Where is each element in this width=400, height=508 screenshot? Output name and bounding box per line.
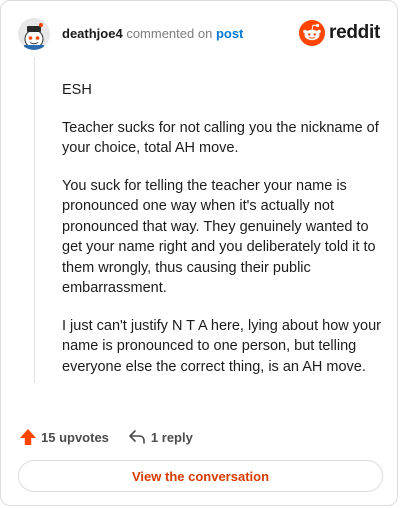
reply-arrow-icon — [129, 430, 145, 444]
comment-paragraph: You suck for telling the teacher your na… — [62, 177, 376, 297]
post-link[interactable]: post — [216, 26, 243, 41]
avatar[interactable] — [18, 18, 50, 50]
view-conversation-button[interactable]: View the conversation — [18, 460, 383, 492]
upvotes-count: 15 upvotes — [41, 429, 109, 445]
comment-paragraph: I just can't justify N T A here, lying a… — [62, 317, 381, 375]
reply-button[interactable]: 1 reply — [127, 427, 193, 447]
comment-card: deathjoe4 commented on post reddit ESH T… — [0, 0, 398, 506]
upvote-arrow-icon — [20, 429, 36, 445]
reddit-wordmark: reddit — [329, 22, 380, 43]
comment-header: deathjoe4 commented on post — [62, 27, 243, 41]
comment-actions: 15 upvotes 1 reply — [18, 427, 193, 447]
comment-body: ESH Teacher sucks for not calling you th… — [62, 80, 384, 394]
comment-paragraph: ESH — [62, 82, 92, 98]
view-conversation-label: View the conversation — [131, 468, 270, 484]
reddit-logo[interactable]: reddit — [299, 20, 380, 46]
thread-line — [34, 57, 35, 383]
action-text: commented on — [126, 26, 213, 41]
upvote-button[interactable]: 15 upvotes — [18, 427, 109, 447]
reply-count: 1 reply — [150, 429, 193, 445]
username-link[interactable]: deathjoe4 — [62, 26, 123, 41]
comment-paragraph: Teacher sucks for not calling you the ni… — [62, 119, 379, 157]
reddit-alien-icon — [299, 20, 326, 46]
snoo-avatar-icon — [18, 18, 50, 50]
